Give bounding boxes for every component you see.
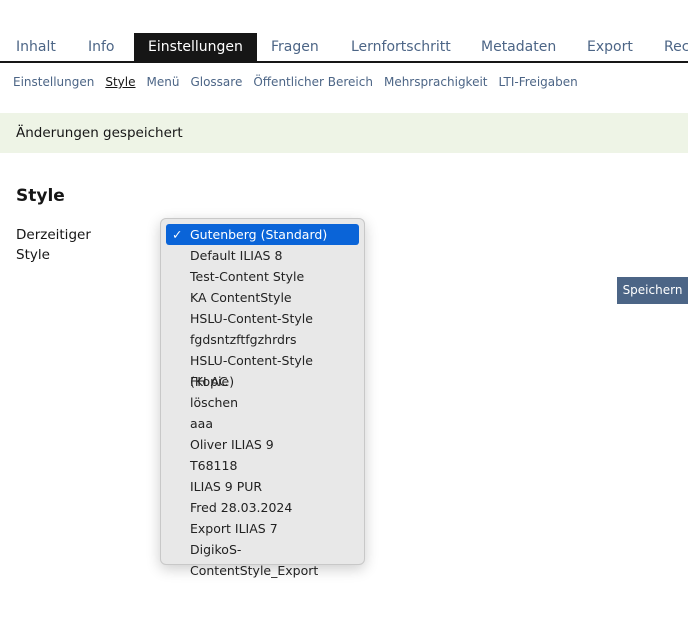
option-label: Export ILIAS 7 — [190, 521, 278, 536]
dropdown-option[interactable]: ILIAS 9 PUR — [166, 476, 359, 497]
subtab-glossare[interactable]: Glossare — [190, 75, 242, 89]
dropdown-option[interactable]: DigikoS-ContentStyle_Export — [166, 539, 359, 578]
dropdown-option[interactable]: Export ILIAS 7 — [166, 518, 359, 539]
dropdown-option[interactable]: Test-Content Style — [166, 266, 359, 287]
main-tabs: Inhalt Info Einstellungen Fragen Lernfor… — [0, 33, 688, 63]
dropdown-option[interactable]: Default ILIAS 8 — [166, 245, 359, 266]
tab-rec[interactable]: Rec — [664, 33, 688, 61]
tab-metadaten[interactable]: Metadaten — [481, 33, 556, 61]
dropdown-option[interactable]: Oliver ILIAS 9 — [166, 434, 359, 455]
sub-tabs: Einstellungen Style Menü Glossare Öffent… — [13, 75, 578, 89]
subtab-lti-freigaben[interactable]: LTI-Freigaben — [499, 75, 578, 89]
option-label: aaa — [190, 416, 213, 431]
success-message: Änderungen gespeichert — [0, 113, 688, 153]
tab-inhalt[interactable]: Inhalt — [16, 33, 56, 61]
dropdown-option[interactable]: fgdsntzftfgzhrdrs — [166, 329, 359, 350]
dropdown-option[interactable]: ✓ Gutenberg (Standard) — [166, 224, 359, 245]
tab-info[interactable]: Info — [88, 33, 115, 61]
subtab-oeffentlicher-bereich[interactable]: Öffentlicher Bereich — [253, 75, 373, 89]
dropdown-option[interactable]: HSLU-Content-Style (Kopie) — [166, 350, 359, 389]
section-title: Style — [16, 186, 65, 206]
field-label: Derzeitiger Style — [16, 227, 91, 263]
subtab-einstellungen[interactable]: Einstellungen — [13, 75, 94, 89]
option-label: Gutenberg (Standard) — [190, 227, 328, 242]
option-label: ILIAS 9 PUR — [190, 479, 263, 494]
option-label: Fred 28.03.2024 — [190, 500, 293, 515]
option-label: löschen — [190, 395, 239, 410]
tab-export[interactable]: Export — [587, 33, 633, 61]
save-button[interactable]: Speichern — [617, 277, 688, 304]
option-label: Default ILIAS 8 — [190, 248, 283, 263]
dropdown-option[interactable]: aaa — [166, 413, 359, 434]
option-label: fgdsntzftfgzhrdrs — [190, 332, 297, 347]
dropdown-option[interactable]: löschen — [166, 392, 359, 413]
dropdown-option[interactable]: FH AC — [166, 371, 359, 392]
option-label: DigikoS-ContentStyle_Export — [190, 542, 319, 578]
style-dropdown-menu[interactable]: ✓ Gutenberg (Standard) Default ILIAS 8 Test… — [160, 218, 365, 578]
tab-fragen[interactable]: Fragen — [271, 33, 319, 61]
option-label: KA ContentStyle — [190, 290, 292, 305]
option-label: FH AC — [190, 374, 228, 389]
subtab-menu[interactable]: Menü — [147, 75, 180, 89]
tab-lernfortschritt[interactable]: Lernfortschritt — [351, 33, 451, 61]
option-label: Test-Content Style — [190, 269, 305, 284]
dropdown-option[interactable]: KA ContentStyle — [166, 287, 359, 308]
option-label: Oliver ILIAS 9 — [190, 437, 274, 452]
dropdown-option[interactable]: T68118 — [166, 455, 359, 476]
option-label: T68118 — [190, 458, 238, 473]
checkmark-icon: ✓ — [172, 227, 183, 242]
subtab-style[interactable]: Style — [105, 75, 135, 89]
subtab-mehrsprachigkeit[interactable]: Mehrsprachigkeit — [384, 75, 488, 89]
dropdown-option[interactable]: Fred 28.03.2024 — [166, 497, 359, 518]
tab-einstellungen[interactable]: Einstellungen — [134, 33, 257, 61]
option-label: HSLU-Content-Style — [190, 311, 313, 326]
dropdown-option[interactable]: HSLU-Content-Style — [166, 308, 359, 329]
